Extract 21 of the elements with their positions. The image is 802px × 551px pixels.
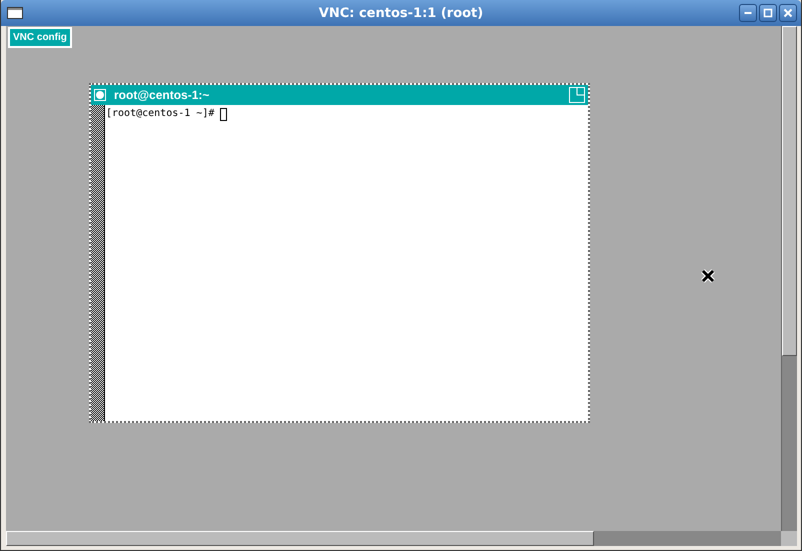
terminal-scrollbar[interactable] (91, 105, 105, 421)
horizontal-scrollbar[interactable] (6, 531, 781, 546)
x-cursor-icon (700, 268, 716, 284)
minimize-icon (744, 12, 752, 14)
scrollbar-thumb[interactable] (6, 531, 594, 546)
scrollbar-thumb[interactable] (782, 26, 797, 356)
window-title: VNC: centos-1:1 (root) (318, 6, 484, 20)
terminal-title: root@centos-1:~ (114, 88, 210, 102)
remote-desktop[interactable]: VNC config root@centos-1:~ [root@centos-1 ~]# (6, 26, 781, 531)
shell-prompt: [root@centos-1 ~]# (106, 107, 216, 120)
close-button[interactable] (779, 4, 797, 22)
window-menu-icon[interactable] (94, 89, 106, 101)
maximize-button[interactable] (759, 4, 777, 22)
close-icon (783, 8, 793, 18)
minimize-button[interactable] (739, 4, 757, 22)
scrollbar-corner (781, 531, 797, 546)
vertical-scrollbar[interactable] (781, 26, 797, 531)
maximize-icon (763, 8, 773, 18)
window-icon (7, 7, 23, 19)
text-cursor (220, 108, 228, 121)
maximize-icon[interactable] (569, 87, 585, 103)
